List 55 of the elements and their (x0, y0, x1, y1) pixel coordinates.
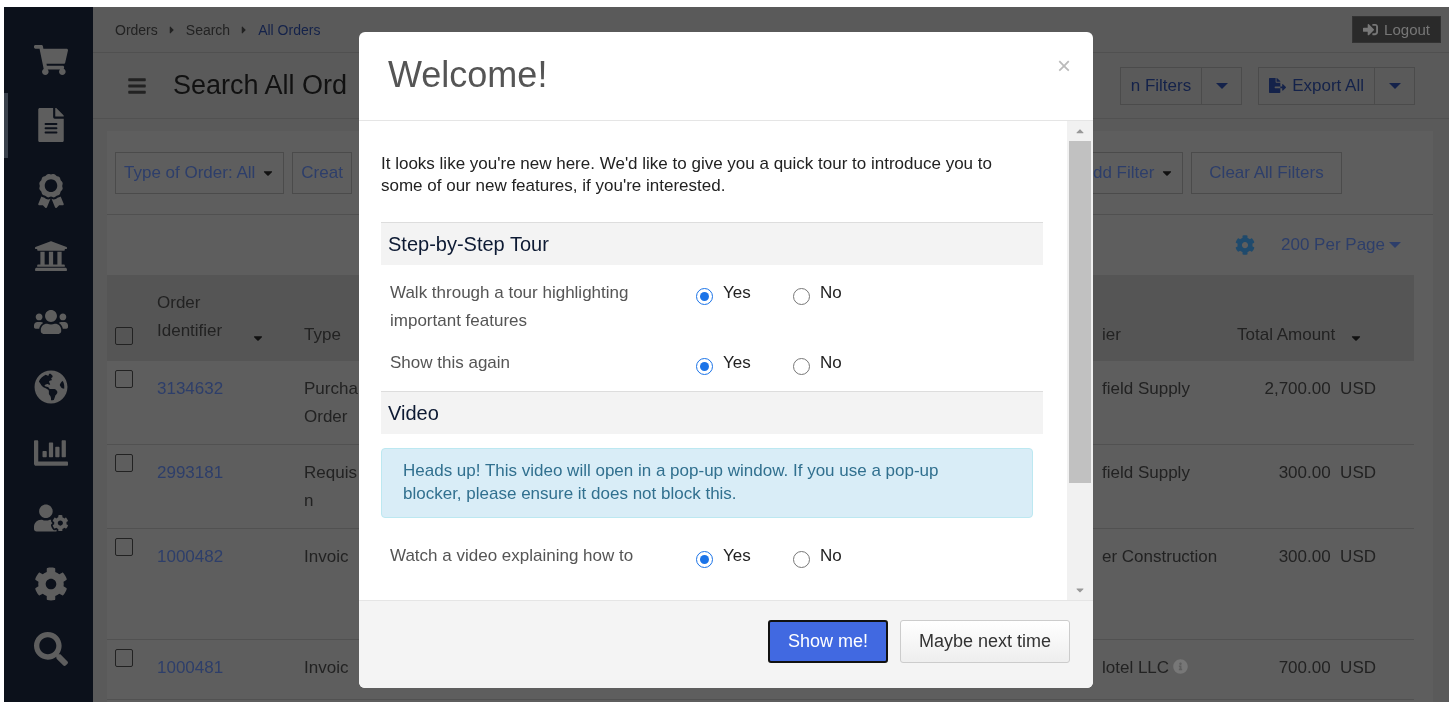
breadcrumb-link[interactable]: All Orders (258, 21, 321, 38)
table-cell: Invoic (304, 547, 349, 566)
table-cell: Purcha Order (304, 379, 358, 426)
radio-option[interactable]: Yes (696, 349, 793, 377)
table-cell: er Construction (1102, 547, 1218, 566)
caret-icon (1215, 82, 1228, 89)
caret-icon (1388, 82, 1401, 89)
checkbox[interactable] (115, 327, 133, 345)
bank-icon (33, 239, 68, 274)
primary-button[interactable]: Show me! (767, 620, 888, 663)
question-label: Walk through a tour highlighting important features (390, 282, 630, 332)
dropdown-button[interactable] (1202, 66, 1243, 105)
radio-option[interactable]: Yes (696, 542, 793, 570)
scrollbar[interactable] (1067, 121, 1093, 600)
breadcrumb-link[interactable]: Search (185, 21, 231, 38)
logout-button[interactable]: Logout (1352, 16, 1441, 43)
table-cell: 300.00 USD (1278, 463, 1376, 482)
dropdown-button[interactable] (1375, 66, 1415, 105)
logout-icon (1363, 22, 1379, 37)
split-button[interactable]: Export All (1258, 66, 1375, 105)
search-icon (33, 632, 68, 667)
intro-text: It looks like you're new here. We'd like to give you a quick tour to introduce you to some of our new features, if you're interested. (381, 153, 993, 197)
section-heading: Step-by-Step Tour (381, 222, 1043, 265)
dialog-title: Welcome! (388, 54, 548, 96)
settings-icon (33, 566, 68, 601)
radio-option[interactable]: Yes (696, 279, 793, 307)
checkbox[interactable] (115, 649, 133, 667)
radio-option[interactable]: No (793, 542, 890, 570)
table-cell: 700.00 USD (1278, 658, 1376, 677)
breadcrumb-link[interactable]: Orders (115, 21, 158, 38)
question-label: Show this again (390, 352, 512, 374)
checkbox[interactable] (115, 370, 133, 388)
table-cell: field Supply (1102, 463, 1190, 482)
caret-icon (1389, 242, 1401, 248)
table-cell: Invoic (304, 658, 349, 677)
table-cell: 2,700.00 USD (1264, 379, 1376, 398)
scroll-thumb[interactable] (1069, 141, 1091, 483)
question-label: Watch a video explaining how to (390, 545, 635, 567)
table-cell: 300.00 USD (1278, 547, 1376, 566)
close-button[interactable]: × (1057, 54, 1071, 78)
info-alert: Heads up! This video will open in a pop-up window. If you use a pop-up blocker, please ensure it does not block this. (381, 448, 1033, 518)
menu-icon[interactable] (127, 75, 147, 96)
table-cell: lotel LLC (1102, 658, 1170, 677)
export-icon (1269, 77, 1287, 94)
split-button[interactable]: n Filters (1119, 66, 1203, 105)
table-cell: field Supply (1102, 379, 1190, 398)
checkbox[interactable] (115, 454, 133, 472)
radio-option[interactable]: No (793, 279, 890, 307)
page-title: Search All Ord (173, 70, 348, 101)
radio-option[interactable]: No (793, 349, 890, 377)
checkbox[interactable] (115, 538, 133, 556)
table-cell: Requis n (304, 463, 357, 510)
cart-icon (33, 42, 68, 77)
section-heading: Video (381, 391, 1043, 434)
secondary-button[interactable]: Maybe next time (899, 620, 1070, 663)
